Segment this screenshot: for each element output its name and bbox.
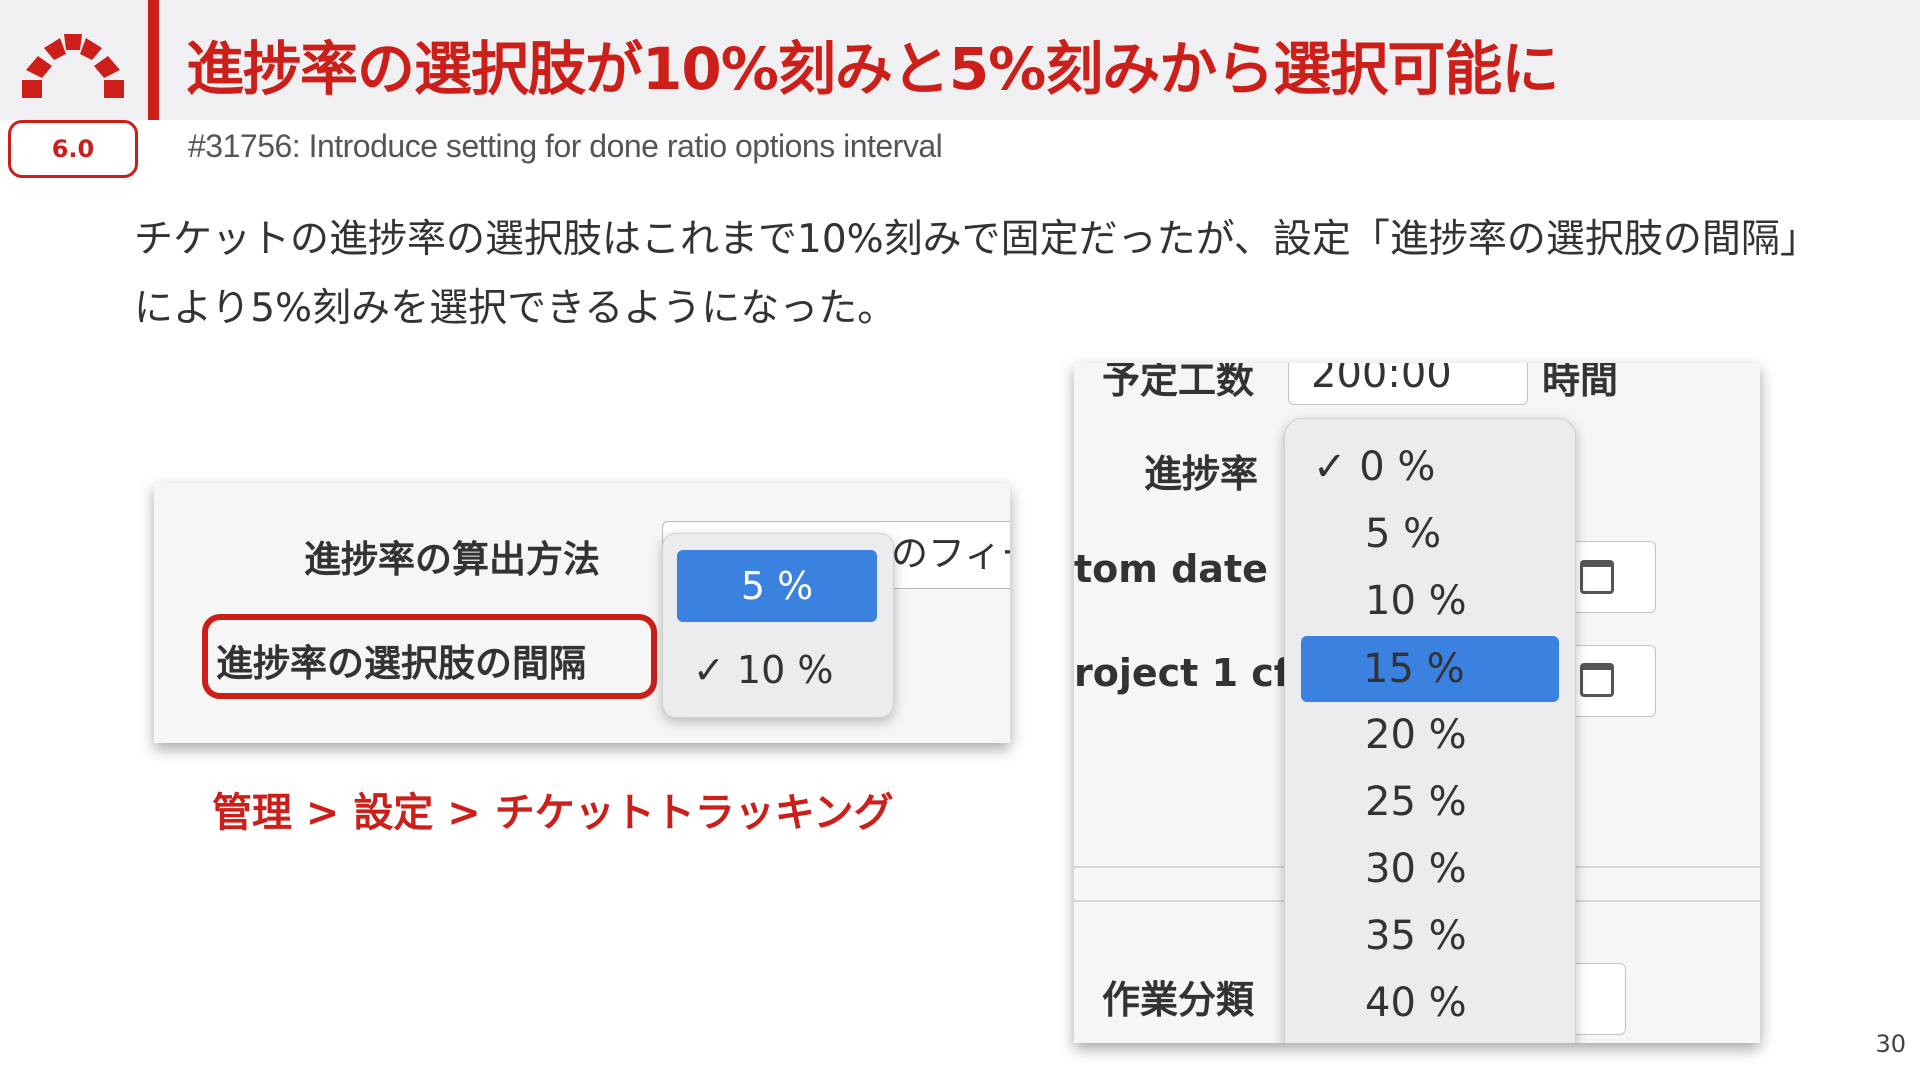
project-cf-label: roject 1 cf xyxy=(1074,651,1291,695)
calendar-icon[interactable] xyxy=(1580,560,1614,594)
done-ratio-label: 進捗率 xyxy=(1144,452,1259,496)
calendar-icon[interactable] xyxy=(1580,663,1614,697)
done-ratio-option-0[interactable]: ✓ 0 % xyxy=(1313,444,1435,490)
interval-dropdown[interactable]: 5 % ✓ 10 % xyxy=(662,533,894,718)
done-ratio-option-25[interactable]: 25 % xyxy=(1365,779,1467,825)
done-ratio-option-20[interactable]: 20 % xyxy=(1365,712,1467,758)
settings-screenshot: 進捗率の算出方法 のフィー 進捗率の選択肢の間隔 5 % ✓ 10 % xyxy=(154,483,1010,743)
slide-title: 進捗率の選択肢が10%刻みと5%刻みから選択可能に xyxy=(186,35,1559,103)
description-text: チケットの進捗率の選択肢はこれまで10%刻みで固定だったが、設定「進捗率の選択肢… xyxy=(134,217,1819,331)
interval-label-highlight xyxy=(202,614,657,699)
done-ratio-option-10[interactable]: 10 % xyxy=(1365,578,1467,624)
custom-date-label: tom date xyxy=(1074,547,1268,591)
issue-subtitle: #31756: Introduce setting for done ratio… xyxy=(188,128,943,164)
done-ratio-option-30[interactable]: 30 % xyxy=(1365,846,1467,892)
hours-unit-label: 時間 xyxy=(1542,363,1619,402)
done-ratio-dropdown[interactable]: ✓ 0 % 5 % 10 % 15 % 20 % 25 % 30 % 35 % … xyxy=(1284,418,1576,1043)
version-badge: 6.0 xyxy=(8,120,138,178)
calc-method-label: 進捗率の算出方法 xyxy=(304,538,600,581)
settings-path-caption: 管理 > 設定 > チケットトラッキング xyxy=(212,790,894,836)
done-ratio-option-40[interactable]: 40 % xyxy=(1365,980,1467,1026)
activity-label: 作業分類 xyxy=(1102,978,1255,1022)
calc-method-value: のフィー xyxy=(891,532,1010,575)
estimated-hours-label: 予定工数 xyxy=(1102,363,1255,402)
title-accent-rule xyxy=(148,0,159,120)
done-ratio-option-35[interactable]: 35 % xyxy=(1365,913,1467,959)
done-ratio-option-5[interactable]: 5 % xyxy=(1365,511,1441,557)
interval-option-10[interactable]: ✓ 10 % xyxy=(693,640,833,700)
estimated-hours-input[interactable]: 200:00 xyxy=(1288,363,1528,405)
interval-option-5[interactable]: 5 % xyxy=(677,550,877,622)
redmine-logo-icon xyxy=(22,34,124,98)
page-number: 30 xyxy=(1875,1030,1906,1058)
issue-form-screenshot: 予定工数 200:00 時間 進捗率 tom date roject 1 cf … xyxy=(1074,363,1760,1043)
done-ratio-option-15[interactable]: 15 % xyxy=(1301,636,1559,702)
